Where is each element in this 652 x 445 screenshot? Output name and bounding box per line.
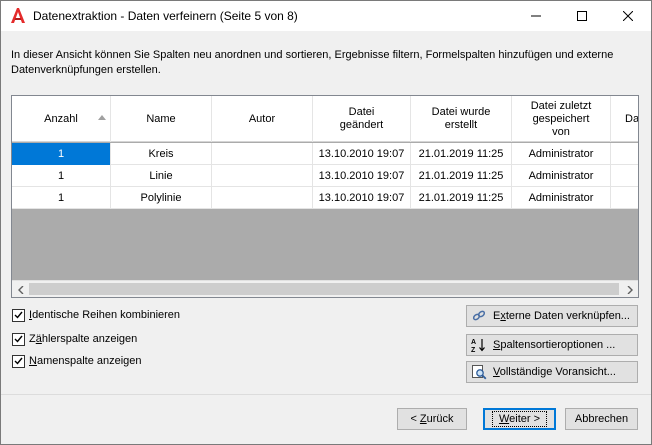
- checkmark-icon: [14, 357, 23, 365]
- title-bar[interactable]: Datenextraktion - Daten verfeinern (Seit…: [1, 1, 651, 31]
- name-column-checkbox[interactable]: [12, 354, 25, 368]
- cell-truncated[interactable]: [611, 165, 638, 187]
- column-header-label: Name: [146, 112, 176, 125]
- column-header-label: Da: [625, 112, 638, 125]
- horizontal-scrollbar[interactable]: [12, 280, 638, 297]
- cell-autor[interactable]: [212, 165, 313, 187]
- column-sort-options-button[interactable]: A Z Spaltensortieroptionen ...: [466, 334, 638, 356]
- cell-autor[interactable]: [212, 187, 313, 209]
- combine-rows-checkbox[interactable]: [12, 308, 25, 322]
- minimize-icon: [531, 15, 541, 17]
- column-header-label: Datei geändert: [339, 106, 384, 131]
- data-extraction-dialog: Datenextraktion - Daten verfeinern (Seit…: [0, 0, 652, 445]
- column-header-label: Autor: [248, 112, 276, 125]
- footer-separator: [1, 394, 651, 395]
- column-header-anzahl[interactable]: Anzahl: [12, 96, 111, 142]
- cell-geaendert[interactable]: 13.10.2010 19:07: [313, 187, 411, 209]
- cell-autor[interactable]: [212, 143, 313, 165]
- scroll-right-icon: [627, 285, 633, 294]
- column-header-autor[interactable]: Autor: [212, 96, 313, 142]
- column-header-label: Datei wurde erstellt: [431, 106, 491, 131]
- sort-az-icon: A Z: [471, 337, 487, 353]
- cell-name[interactable]: Linie: [111, 165, 212, 187]
- svg-text:Z: Z: [471, 347, 476, 353]
- cell-erstellt[interactable]: 21.01.2019 11:25: [411, 143, 512, 165]
- cell-anzahl[interactable]: 1: [12, 165, 111, 187]
- maximize-button[interactable]: [559, 1, 605, 31]
- column-header-label: Anzahl: [44, 112, 78, 125]
- checkmark-icon: [14, 335, 23, 343]
- cell-gespeichert[interactable]: Administrator: [512, 187, 611, 209]
- grid-header: Anzahl Name Autor Datei geändert Datei w…: [12, 96, 638, 142]
- combine-rows-option[interactable]: Identische Reihen kombinieren: [12, 307, 180, 323]
- counter-column-option[interactable]: Zählerspalte anzeigen: [12, 331, 137, 347]
- cell-gespeichert[interactable]: Administrator: [512, 165, 611, 187]
- cell-erstellt[interactable]: 21.01.2019 11:25: [411, 165, 512, 187]
- next-button[interactable]: Weiter >: [483, 408, 556, 430]
- close-button[interactable]: [605, 1, 651, 31]
- combine-rows-label: Identische Reihen kombinieren: [29, 309, 181, 321]
- link-external-data-label: Externe Daten verknüpfen...: [493, 310, 630, 322]
- magnifier-preview-icon: [471, 364, 487, 380]
- svg-text:A: A: [471, 339, 476, 346]
- column-header-truncated[interactable]: Da: [611, 96, 638, 142]
- column-header-datei-erstellt[interactable]: Datei wurde erstellt: [411, 96, 512, 142]
- cell-geaendert[interactable]: 13.10.2010 19:07: [313, 165, 411, 187]
- autocad-logo-icon: [11, 8, 25, 23]
- cell-anzahl[interactable]: 1: [12, 143, 111, 165]
- data-grid[interactable]: Anzahl Name Autor Datei geändert Datei w…: [11, 95, 639, 298]
- next-button-label: Weiter >: [491, 411, 548, 427]
- maximize-icon: [577, 11, 587, 21]
- cell-erstellt[interactable]: 21.01.2019 11:25: [411, 187, 512, 209]
- link-chain-icon: [471, 308, 487, 324]
- cell-gespeichert[interactable]: Administrator: [512, 143, 611, 165]
- table-row[interactable]: 1 Kreis 13.10.2010 19:07 21.01.2019 11:2…: [12, 143, 638, 165]
- table-row[interactable]: 1 Polylinie 13.10.2010 19:07 21.01.2019 …: [12, 187, 638, 209]
- full-preview-button[interactable]: Vollständige Voransicht...: [466, 361, 638, 383]
- cancel-button[interactable]: Abbrechen: [565, 408, 638, 430]
- close-icon: [623, 11, 633, 21]
- cancel-button-label: Abbrechen: [574, 413, 629, 425]
- full-preview-label: Vollständige Voransicht...: [493, 366, 616, 378]
- name-column-option[interactable]: Namenspalte anzeigen: [12, 353, 142, 369]
- window-title: Datenextraktion - Daten verfeinern (Seit…: [33, 9, 298, 23]
- table-row[interactable]: 1 Linie 13.10.2010 19:07 21.01.2019 11:2…: [12, 165, 638, 187]
- back-button-label: < Zurück: [410, 413, 454, 425]
- sort-ascending-icon: [98, 115, 106, 120]
- scrollbar-thumb[interactable]: [29, 283, 619, 295]
- checkmark-icon: [14, 311, 23, 319]
- link-external-data-button[interactable]: Externe Daten verknüpfen...: [466, 305, 638, 327]
- column-header-name[interactable]: Name: [111, 96, 212, 142]
- column-sort-options-label: Spaltensortieroptionen ...: [493, 339, 616, 351]
- column-header-label: Datei zuletzt gespeichert von: [530, 99, 592, 138]
- minimize-button[interactable]: [513, 1, 559, 31]
- scroll-left-button[interactable]: [12, 281, 29, 297]
- scroll-left-icon: [17, 285, 23, 294]
- back-button[interactable]: < Zurück: [397, 408, 467, 430]
- counter-column-checkbox[interactable]: [12, 332, 25, 346]
- cell-anzahl[interactable]: 1: [12, 187, 111, 209]
- column-header-datei-gespeichert-von[interactable]: Datei zuletzt gespeichert von: [512, 96, 611, 142]
- column-header-datei-geaendert[interactable]: Datei geändert: [313, 96, 411, 142]
- name-column-label: Namenspalte anzeigen: [29, 355, 142, 367]
- grid-rows: 1 Kreis 13.10.2010 19:07 21.01.2019 11:2…: [12, 143, 638, 209]
- cell-geaendert[interactable]: 13.10.2010 19:07: [313, 143, 411, 165]
- cell-name[interactable]: Polylinie: [111, 187, 212, 209]
- counter-column-label: Zählerspalte anzeigen: [29, 333, 138, 345]
- cell-name[interactable]: Kreis: [111, 143, 212, 165]
- page-description: In dieser Ansicht können Sie Spalten neu…: [11, 49, 614, 76]
- cell-truncated[interactable]: [611, 187, 638, 209]
- scroll-right-button[interactable]: [621, 281, 638, 297]
- cell-truncated[interactable]: [611, 143, 638, 165]
